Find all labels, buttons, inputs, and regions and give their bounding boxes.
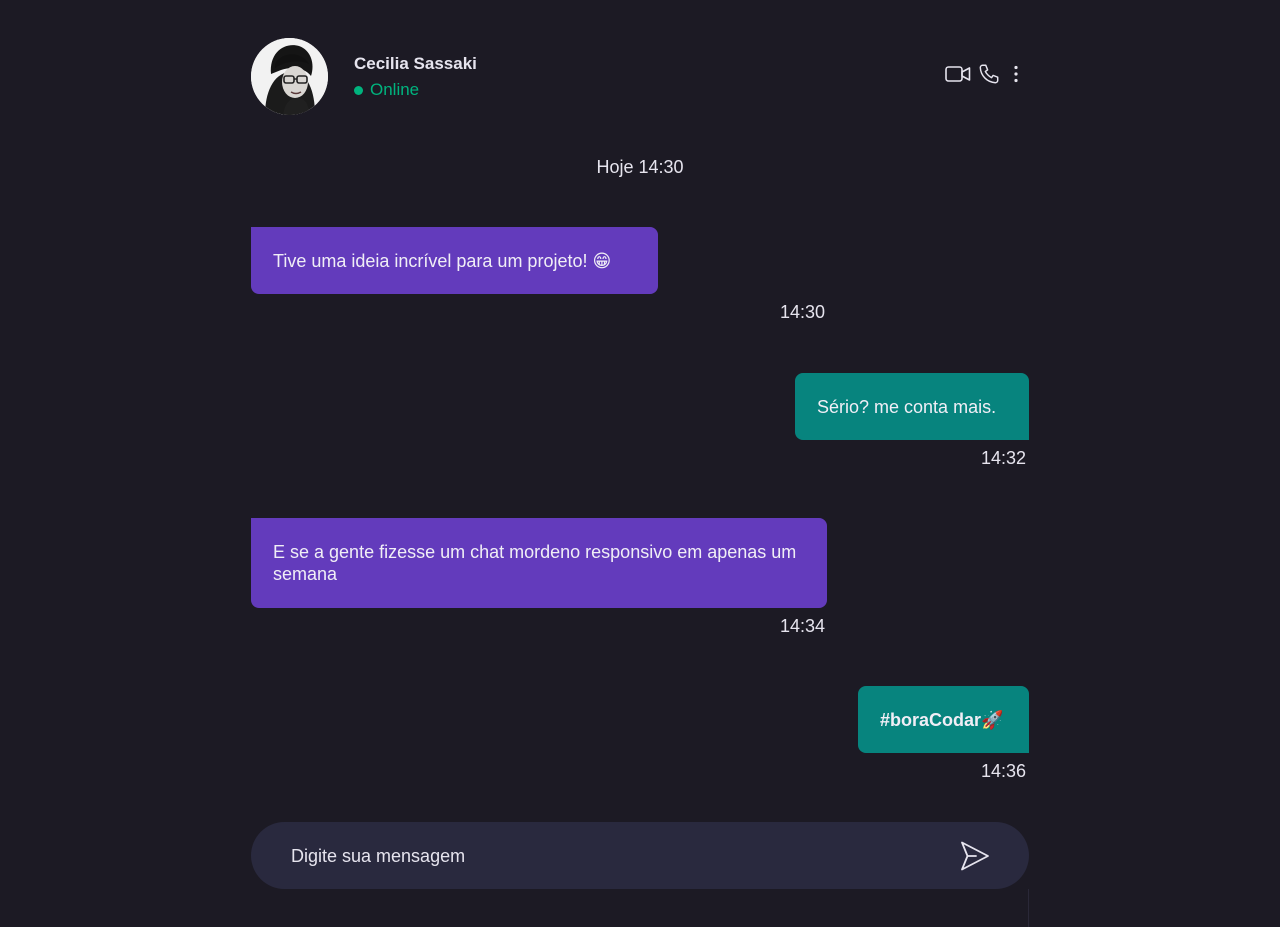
avatar[interactable]: [251, 38, 328, 115]
contact-name: Cecilia Sassaki: [354, 54, 477, 73]
voice-call-button[interactable]: [977, 62, 1001, 86]
message-bubble-received[interactable]: E se a gente fizesse um chat mordeno res…: [251, 518, 827, 608]
phone-icon: [979, 64, 999, 84]
send-button[interactable]: [954, 836, 994, 876]
message-bubble-sent[interactable]: #boraCodar🚀: [858, 686, 1029, 753]
message-bubble-sent[interactable]: Sério? me conta mais.: [795, 373, 1029, 440]
message-time: 14:34: [780, 616, 826, 636]
status-label: Online: [370, 80, 420, 99]
message-input[interactable]: [289, 822, 933, 891]
chat-header: Cecilia Sassaki Online: [251, 38, 1029, 115]
send-icon: [961, 841, 989, 871]
video-camera-icon: [945, 66, 971, 82]
chat-window: Cecilia Sassaki Online Hoje 14:30 Tive u…: [251, 0, 1029, 927]
person-avatar-icon: [251, 38, 328, 115]
message-composer: [251, 822, 1029, 891]
contact-status: Online: [354, 80, 419, 100]
header-actions: [945, 62, 1029, 86]
message-time: 14:30: [780, 302, 826, 322]
message-bubble-received[interactable]: Tive uma ideia incrível para um projeto!…: [251, 227, 658, 294]
more-options-button[interactable]: [1013, 62, 1019, 86]
day-divider: Hoje 14:30: [596, 157, 684, 177]
message-time: 14:36: [981, 761, 1027, 781]
video-call-button[interactable]: [945, 62, 971, 86]
message-time: 14:32: [981, 448, 1027, 468]
more-vertical-icon: [1014, 65, 1018, 83]
online-dot-icon: [354, 85, 363, 95]
divider: [1028, 889, 1029, 927]
